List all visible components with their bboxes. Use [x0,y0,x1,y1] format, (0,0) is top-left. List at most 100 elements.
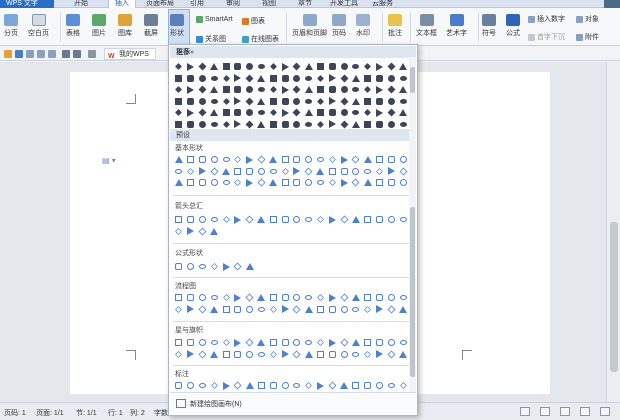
shape-option[interactable] [338,96,350,108]
shape-option[interactable] [232,304,244,316]
shape-option[interactable] [208,177,220,189]
shape-option[interactable] [326,166,338,178]
shape-option[interactable] [338,73,350,85]
tab-review[interactable]: 审阅 [226,0,240,8]
shape-option[interactable] [267,154,279,166]
shape-option[interactable] [279,177,291,189]
shape-option[interactable] [374,214,386,226]
shape-option[interactable] [208,154,220,166]
online-chart-button[interactable]: 在线图表 [242,34,279,44]
shape-option[interactable] [232,177,244,189]
insert-number-button[interactable]: 插入数字 [528,14,565,24]
table-button[interactable]: 表格 [66,14,80,38]
shape-option[interactable] [197,214,209,226]
watermark-button[interactable]: 水印 [356,14,370,38]
shape-option[interactable] [279,214,291,226]
gallery-button[interactable]: 图库 [118,14,132,38]
attachment-button[interactable]: 附件 [576,32,599,42]
shape-option[interactable] [256,380,268,392]
shape-option[interactable] [362,96,374,108]
shape-option[interactable] [315,292,327,304]
shape-option[interactable] [244,107,256,119]
tab-page-layout[interactable]: 页面布局 [146,0,174,8]
shape-option[interactable] [244,61,256,73]
shape-option[interactable] [374,107,386,119]
shape-option[interactable] [220,96,232,108]
shape-option[interactable] [397,177,409,189]
shape-option[interactable] [267,84,279,96]
shape-option[interactable] [338,61,350,73]
panel-scroll-thumb[interactable] [410,67,415,93]
shape-option[interactable] [185,304,197,316]
shape-option[interactable] [256,177,268,189]
shape-option[interactable] [267,380,279,392]
shape-option[interactable] [267,349,279,361]
web-view-icon[interactable] [560,407,570,416]
tab-developer[interactable]: 开发工具 [330,0,358,8]
shape-option[interactable] [350,292,362,304]
shape-option[interactable] [338,177,350,189]
tab-references[interactable]: 引用 [190,0,204,8]
smartart-button[interactable]: SmartArt [196,16,233,23]
shape-option[interactable] [244,292,256,304]
shape-option[interactable] [326,349,338,361]
shape-option[interactable] [315,349,327,361]
shape-option[interactable] [291,337,303,349]
shape-option[interactable] [326,61,338,73]
tab-chapter[interactable]: 章节 [298,0,312,8]
shape-option[interactable] [279,154,291,166]
wordart-button[interactable]: 艺术字 [446,14,467,38]
shape-option[interactable] [208,337,220,349]
shape-option[interactable] [173,349,185,361]
shape-option[interactable] [185,292,197,304]
shape-option[interactable] [256,292,268,304]
shape-option[interactable] [326,73,338,85]
shape-option[interactable] [303,73,315,85]
shape-option[interactable] [220,380,232,392]
shape-option[interactable] [338,84,350,96]
shape-option[interactable] [244,261,256,273]
shape-option[interactable] [385,107,397,119]
shape-option[interactable] [350,107,362,119]
shape-option[interactable] [350,84,362,96]
shape-option[interactable] [315,166,327,178]
shape-option[interactable] [315,214,327,226]
shape-option[interactable] [220,61,232,73]
shape-option[interactable] [362,177,374,189]
shape-option[interactable] [232,154,244,166]
export-pdf-icon[interactable] [48,50,56,58]
shape-option[interactable] [256,61,268,73]
shape-option[interactable] [256,73,268,85]
shape-option[interactable] [220,304,232,316]
shape-option[interactable] [197,226,209,238]
shape-option[interactable] [338,166,350,178]
shape-option[interactable] [208,261,220,273]
shape-option[interactable] [244,349,256,361]
shape-option[interactable] [208,226,220,238]
shape-option[interactable] [385,73,397,85]
page-view-icon[interactable] [520,407,530,416]
shape-option[interactable] [220,73,232,85]
object-button[interactable]: 对象 [576,14,599,24]
shape-option[interactable] [374,292,386,304]
shape-option[interactable] [350,61,362,73]
shape-option[interactable] [350,96,362,108]
shape-option[interactable] [220,261,232,273]
shape-option[interactable] [173,73,185,85]
shape-option[interactable] [385,337,397,349]
shape-option[interactable] [185,177,197,189]
blank-page-button[interactable]: 空白页 [28,14,49,38]
shape-option[interactable] [220,154,232,166]
shape-option[interactable] [208,380,220,392]
shape-option[interactable] [397,380,409,392]
shape-option[interactable] [185,107,197,119]
shape-option[interactable] [208,304,220,316]
tab-home[interactable]: 开始 [74,0,88,8]
shape-option[interactable] [232,73,244,85]
panel-scrollbar[interactable] [409,57,416,393]
relation-chart-button[interactable]: 关系图 [196,34,226,44]
print-icon[interactable] [26,50,34,58]
shape-option[interactable] [185,84,197,96]
shape-option[interactable] [362,154,374,166]
shape-option[interactable] [291,177,303,189]
